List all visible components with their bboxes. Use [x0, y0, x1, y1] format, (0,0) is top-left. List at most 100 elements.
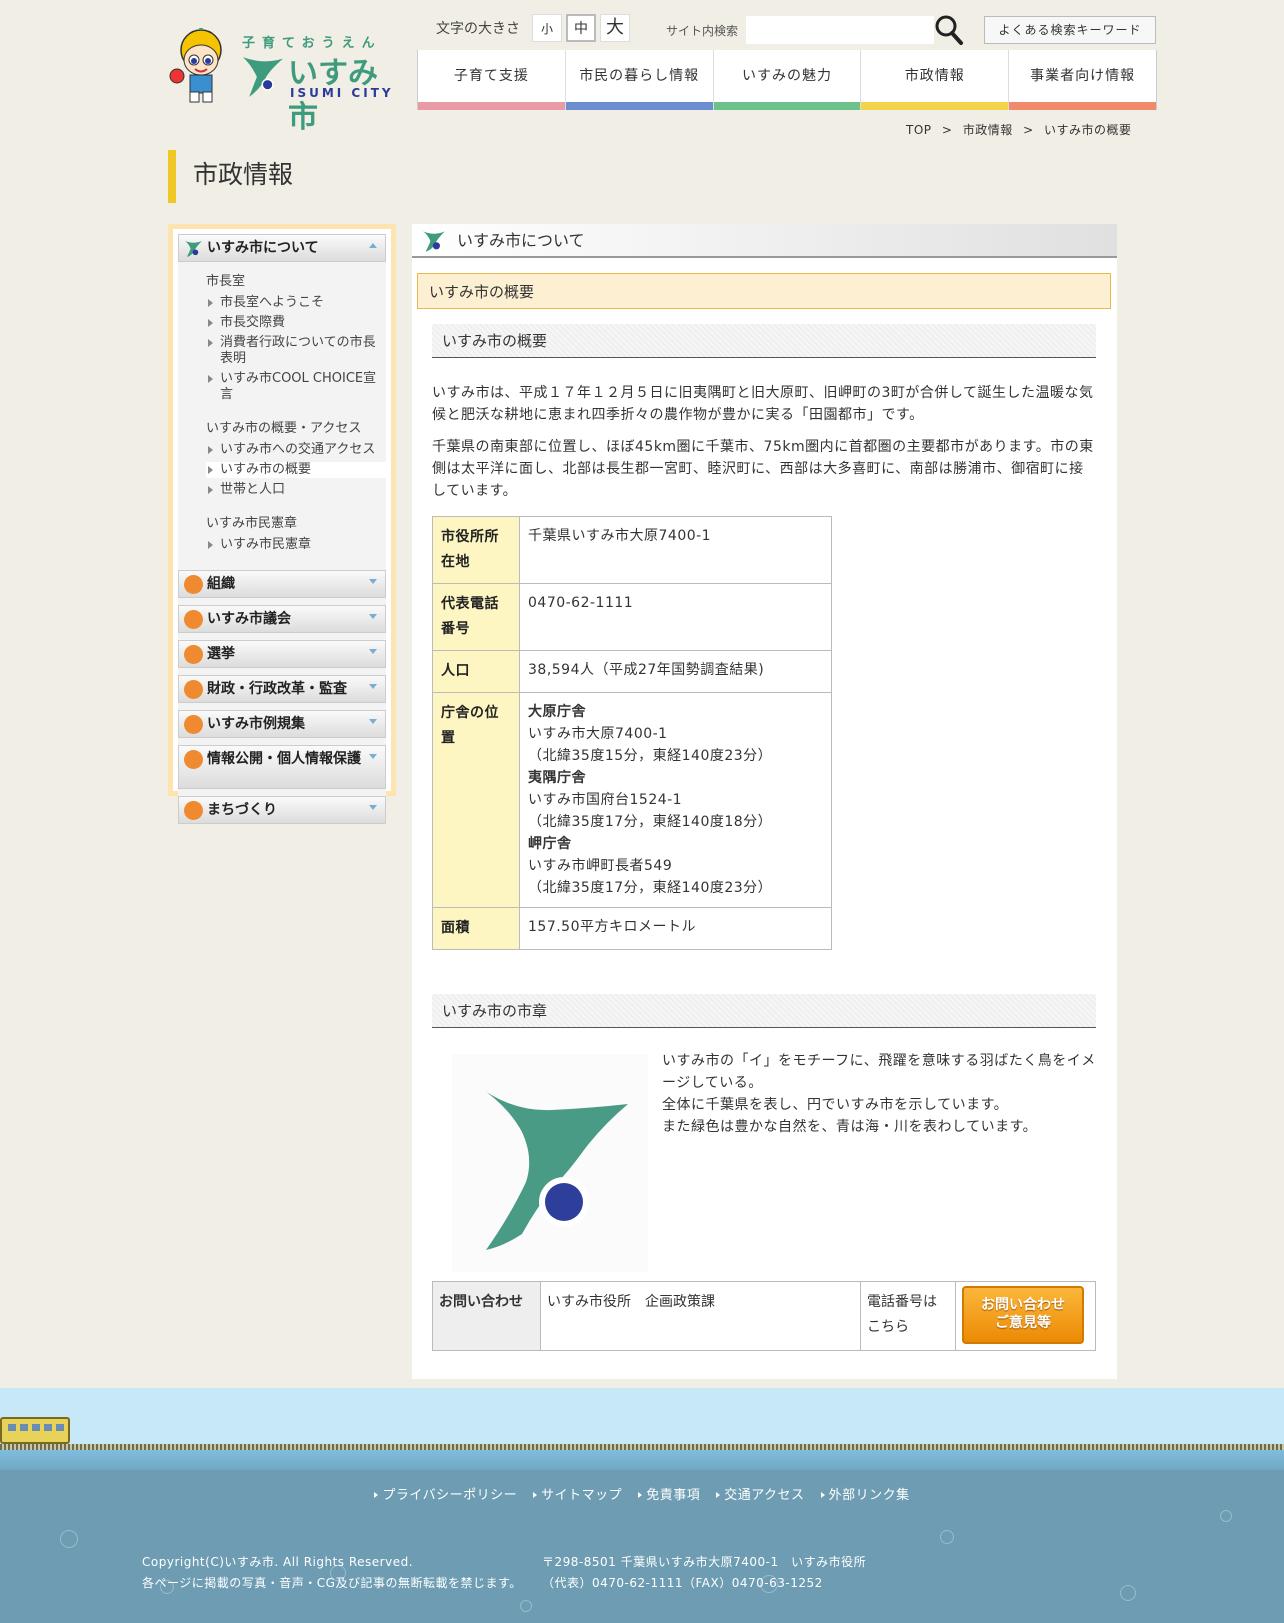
breadcrumb-top[interactable]: TOP — [906, 123, 932, 137]
footer-link[interactable]: 外部リンク集 — [821, 1488, 910, 1503]
sidebar-link[interactable]: いすみ市への交通アクセス — [206, 442, 386, 458]
sidebar-menu-item[interactable]: いすみ市議会 — [178, 605, 386, 633]
mascot-icon — [169, 28, 222, 103]
footer-link[interactable]: プライバシーポリシー — [374, 1488, 517, 1503]
footer-address: 〒298-8501 千葉県いすみ市大原7400-1 いすみ市役所 （代表）047… — [542, 1552, 866, 1594]
office-name: 岬庁舎 — [528, 836, 572, 852]
breadcrumb-city-info[interactable]: 市政情報 — [963, 123, 1013, 137]
office-address: いすみ市岬町長者549 — [528, 858, 673, 874]
gnav-item[interactable]: 子育て支援 — [417, 50, 565, 110]
logo-english-name: ISUMI CITY — [290, 86, 394, 100]
footer-copyright: Copyright(C)いすみ市. All Rights Reserved. 各… — [142, 1552, 522, 1594]
gnav-color-bar — [1009, 102, 1156, 110]
search-label: サイト内検索 — [666, 24, 739, 38]
office-address: いすみ市大原7400-1 — [528, 726, 668, 742]
gnav-label: 事業者向け情報 — [1030, 68, 1136, 84]
gnav-item[interactable]: 市政情報 — [860, 50, 1009, 110]
sidebar-menu-item[interactable]: 選挙 — [178, 640, 386, 668]
table-row: 市役所所在地 千葉県いすみ市大原7400-1 — [432, 516, 832, 584]
copyright-text: Copyright(C)いすみ市. All Rights Reserved. — [142, 1555, 414, 1569]
office-address: いすみ市国府台1524-1 — [528, 792, 683, 808]
breadcrumb-separator: > — [941, 123, 953, 137]
table-row: 代表電話番号 0470-62-1111 — [432, 583, 832, 651]
sidebar-menu-label: 選挙 — [207, 646, 235, 662]
notice-text: 各ページに掲載の写真・音声・CG及び記事の無断転載を禁じます。 — [142, 1576, 522, 1590]
font-size-medium-button[interactable]: 中 — [566, 14, 596, 42]
overview-paragraph-1: いすみ市は、平成１７年１２月５日に旧夷隅町と旧大原町、旧岬町の3町が合併して誕生… — [432, 385, 1094, 423]
table-label: 代表電話番号 — [432, 583, 520, 651]
contact-label: お問い合わせ — [432, 1281, 541, 1351]
sidebar-link[interactable]: いすみ市民憲章 — [206, 537, 386, 553]
gnav-label: いすみの魅力 — [741, 68, 832, 84]
gnav-color-bar — [861, 102, 1009, 110]
gnav-item[interactable]: いすみの魅力 — [712, 50, 861, 110]
sidebar-menu-label: いすみ市議会 — [207, 611, 291, 627]
chevron-down-icon — [369, 754, 377, 759]
heading-overview: いすみ市の概要 — [432, 324, 1096, 358]
site-logo[interactable]: 子育ておうえん いすみ市 ISUMI CITY — [168, 26, 404, 135]
phone-text: （代表）0470-62-1111（FAX）0470-63-1252 — [542, 1576, 823, 1590]
city-emblem-icon — [478, 1086, 628, 1250]
table-value: 大原庁舎 いすみ市大原7400-1 （北緯35度15分，東経140度23分） 夷… — [519, 692, 832, 908]
election-icon — [184, 645, 203, 664]
footer-link[interactable]: 交通アクセス — [716, 1488, 804, 1503]
gnav-item[interactable]: 事業者向け情報 — [1008, 50, 1157, 110]
sidebar-menu-item[interactable]: いすみ市例規集 — [178, 710, 386, 738]
table-row: 庁舎の位置 大原庁舎 いすみ市大原7400-1 （北緯35度15分，東経140度… — [432, 692, 832, 908]
sidebar-link-current[interactable]: いすみ市の概要 — [206, 462, 386, 478]
sidebar-menu-item[interactable]: 情報公開・個人情報保護 — [178, 745, 386, 789]
sidebar-link[interactable]: 市長室へようこそ — [206, 295, 386, 311]
gnav-item[interactable]: 市民の暮らし情報 — [564, 50, 713, 110]
search-input[interactable] — [746, 16, 934, 44]
sidebar-category[interactable]: 市長室 — [206, 270, 386, 289]
city-emblem-image — [452, 1054, 648, 1272]
sidebar-link[interactable]: 市長交際費 — [206, 315, 386, 331]
footer-link[interactable]: 免責事項 — [638, 1488, 700, 1503]
heading-emblem: いすみ市の市章 — [432, 994, 1096, 1028]
main-content: いすみ市について いすみ市の概要 いすみ市の概要 いすみ市は、平成１７年１２月５… — [412, 224, 1117, 1379]
font-size-large-button[interactable]: 大 — [600, 14, 630, 42]
gnav-label: 市民の暮らし情報 — [579, 68, 700, 84]
sidebar-link[interactable]: いすみ市COOL CHOICE宣言 — [206, 371, 386, 403]
sidebar-head-about[interactable]: いすみ市について — [178, 234, 386, 262]
table-label: 市役所所在地 — [432, 516, 520, 584]
contact-button-cell: お問い合わせ ご意見等 — [955, 1281, 1096, 1351]
section-head: いすみ市について — [412, 224, 1117, 258]
overview-table: 市役所所在地 千葉県いすみ市大原7400-1 代表電話番号 0470-62-11… — [432, 516, 832, 950]
table-value: 千葉県いすみ市大原7400-1 — [519, 516, 832, 584]
table-label: 庁舎の位置 — [432, 692, 520, 908]
inquiry-button[interactable]: お問い合わせ ご意見等 — [962, 1286, 1084, 1344]
page-heading: いすみ市の概要 — [417, 273, 1111, 309]
sidebar-menu-item[interactable]: 財政・行政改革・監査 — [178, 675, 386, 703]
overview-paragraph-2: 千葉県の南東部に位置し、ほぼ45km圏に千葉市、75km圏内に首都圏の主要都市が… — [432, 439, 1094, 499]
sidebar-link[interactable]: 世帯と人口 — [206, 482, 386, 498]
sidebar-menu-item[interactable]: まちづくり — [178, 796, 386, 824]
finance-icon — [184, 680, 203, 699]
page: 子育ておうえん いすみ市 ISUMI CITY 文字の大きさ 小 中 大 サイト… — [0, 0, 1284, 1623]
city-emblem-icon — [423, 231, 445, 252]
footer-links: プライバシーポリシー サイトマップ 免責事項 交通アクセス 外部リンク集 — [0, 1484, 1284, 1503]
gnav-label: 子育て支援 — [453, 68, 529, 84]
inquiry-button-line2: ご意見等 — [995, 1315, 1051, 1331]
search-icon[interactable] — [934, 14, 964, 46]
sidebar-menu-label: 組織 — [207, 576, 235, 592]
table-value: 157.50平方キロメートル — [519, 907, 832, 950]
office-coord: （北緯35度17分，東経140度23分） — [528, 880, 773, 896]
gnav-color-bar — [713, 102, 861, 110]
sidebar-category[interactable]: いすみ市民憲章 — [206, 512, 386, 531]
sidebar-head-label: いすみ市について — [207, 240, 319, 256]
sidebar-menu-item[interactable]: 組織 — [178, 570, 386, 598]
sidebar-link[interactable]: 消費者行政についての市長表明 — [206, 335, 386, 367]
footer-link[interactable]: サイトマップ — [533, 1488, 622, 1503]
gnav-color-bar — [565, 102, 713, 110]
keyword-button[interactable]: よくある検索キーワード — [984, 16, 1156, 44]
table-row: お問い合わせ いすみ市役所 企画政策課 電話番号はこちら お問い合わせ ご意見等 — [432, 1281, 1096, 1351]
chevron-down-icon — [369, 614, 377, 619]
breadcrumb: TOP > 市政情報 > いすみ市の概要 — [906, 121, 1137, 138]
sidebar-category[interactable]: いすみ市の概要・アクセス — [206, 417, 386, 436]
contact-phone-link[interactable]: 電話番号はこちら — [860, 1281, 956, 1351]
table-row: 面積 157.50平方キロメートル — [432, 907, 832, 950]
font-size-small-button[interactable]: 小 — [532, 14, 562, 42]
emblem-text: 全体に千葉県を表し、円でいすみ市を示しています。 — [662, 1097, 1009, 1113]
assembly-icon — [184, 610, 203, 629]
